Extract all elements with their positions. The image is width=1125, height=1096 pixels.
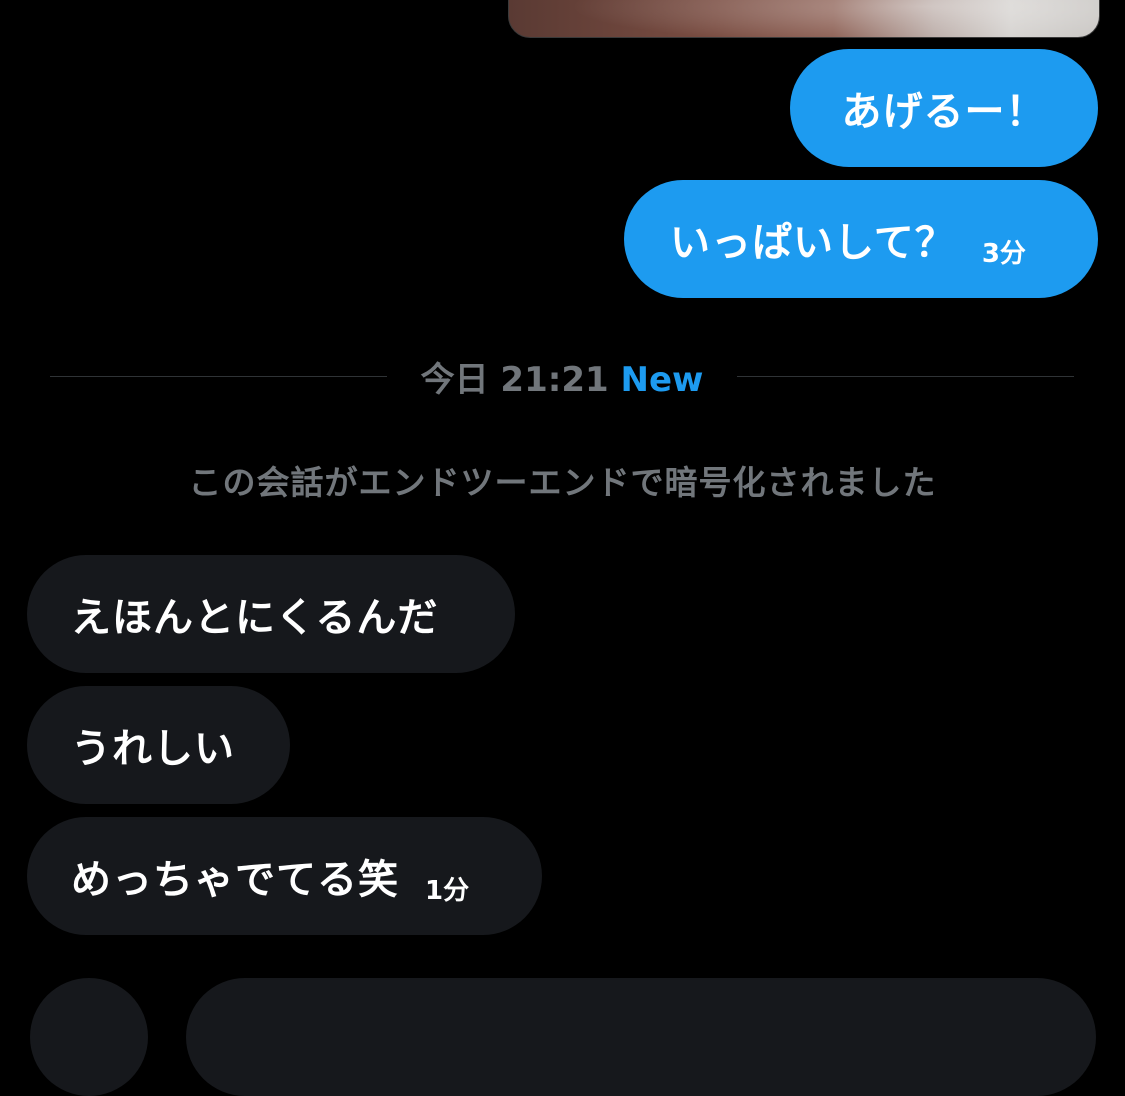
incoming-message-bubble[interactable]: えほんとにくるんだ (27, 555, 515, 673)
encryption-notice: この会話がエンドツーエンドで暗号化されました (188, 463, 937, 502)
message-timestamp: 3分 (981, 238, 1026, 269)
divider-line-right (737, 376, 1074, 377)
composer-media-button[interactable] (30, 978, 148, 1096)
message-text: うれしい (71, 726, 235, 772)
date-divider: 今日 21:21 New (387, 352, 737, 401)
message-text: えほんとにくるんだ (71, 595, 439, 641)
message-text: あげるー！ (841, 89, 1047, 135)
incoming-message-bubble[interactable]: うれしい (27, 686, 290, 804)
incoming-message-bubble[interactable]: めっちゃでてる笑 1分 (27, 817, 542, 935)
message-text: めっちゃでてる笑 (71, 857, 399, 903)
divider-line-left (50, 376, 387, 377)
message-text: いっぱいして？ (670, 220, 956, 266)
outgoing-message-bubble[interactable]: いっぱいして？ 3分 (624, 180, 1098, 298)
media-image (509, 0, 1099, 37)
media-attachment-preview[interactable] (508, 0, 1100, 38)
divider-date: 今日 21:21 (420, 360, 609, 400)
message-timestamp: 1分 (425, 875, 470, 906)
new-indicator: New (620, 360, 704, 400)
message-composer-input[interactable] (186, 978, 1096, 1096)
outgoing-message-bubble[interactable]: あげるー！ (790, 49, 1098, 167)
